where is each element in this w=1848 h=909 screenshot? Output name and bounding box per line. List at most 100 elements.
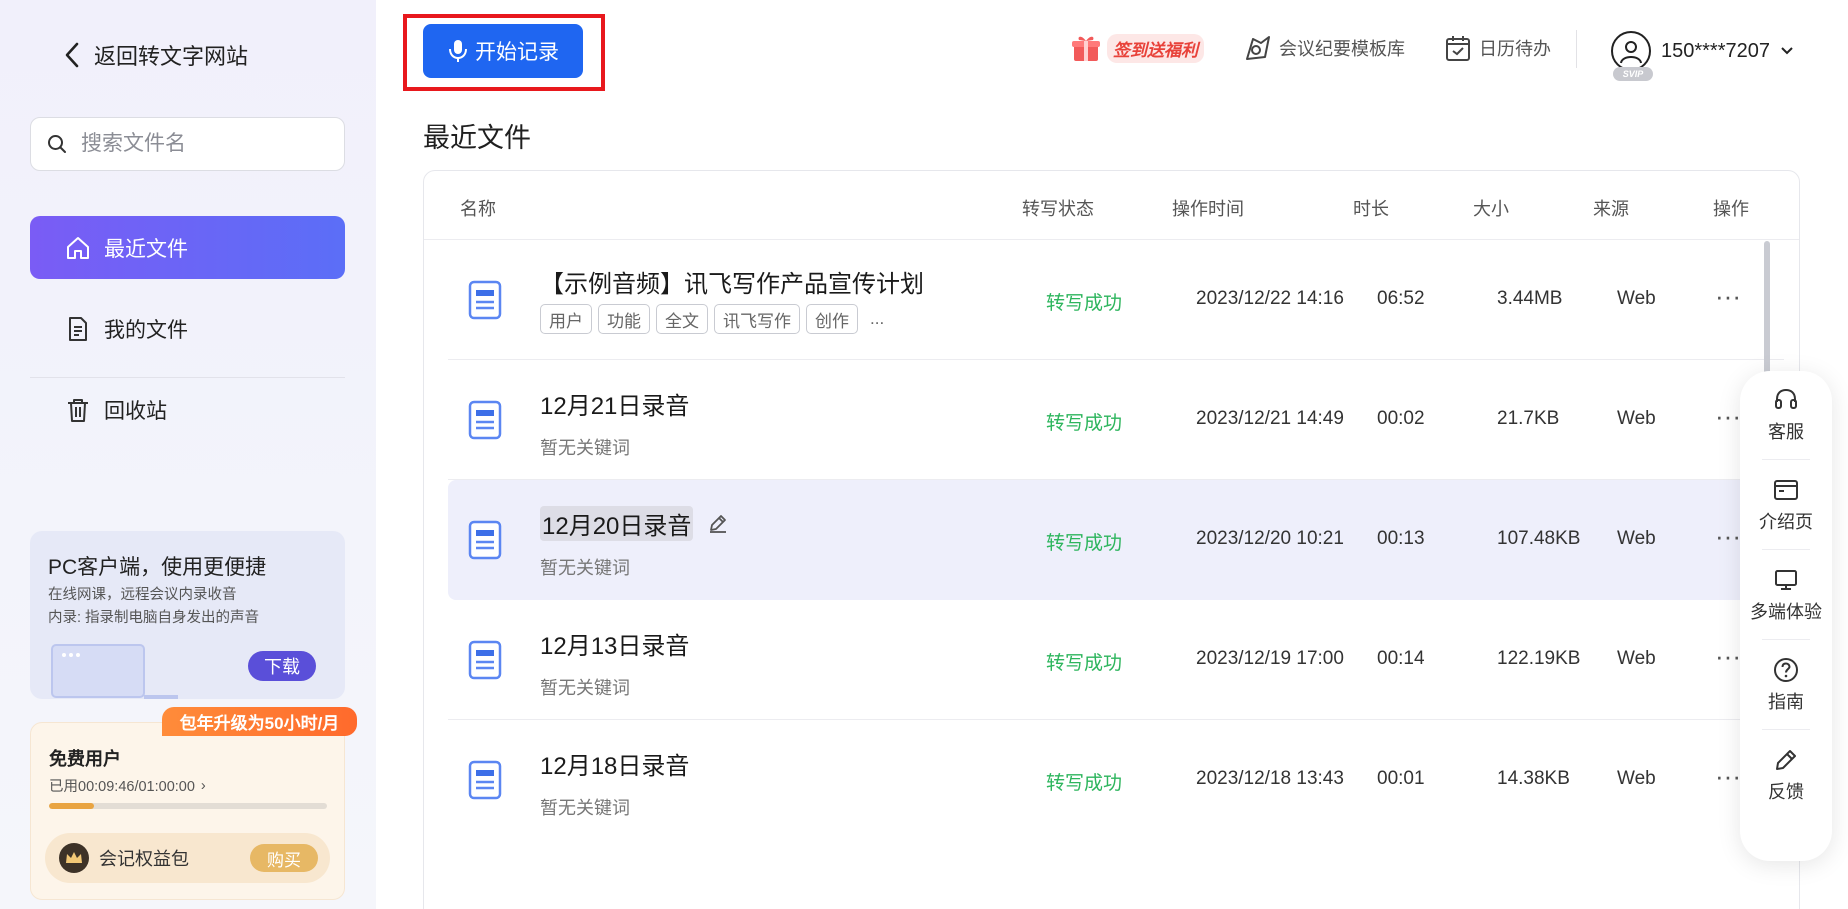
float-separator bbox=[1762, 639, 1810, 640]
search-input[interactable] bbox=[81, 132, 311, 156]
operation-time: 2023/12/22 14:16 bbox=[1196, 288, 1344, 309]
column-header-time: 操作时间 bbox=[1172, 199, 1244, 219]
nav-item-recent[interactable]: 最近文件 bbox=[30, 216, 345, 279]
operation-time: 2023/12/19 17:00 bbox=[1196, 648, 1344, 669]
calendar-label: 日历待办 bbox=[1479, 39, 1551, 59]
user-phone-label: 150****7207 bbox=[1661, 39, 1770, 62]
search-box bbox=[30, 117, 345, 171]
calendar-todo-link[interactable]: 日历待办 bbox=[1443, 28, 1551, 68]
more-actions-button[interactable]: ··· bbox=[1715, 403, 1741, 429]
document-icon bbox=[468, 520, 502, 560]
table-row[interactable]: 12月21日录音 暂无关键词 转写成功 2023/12/21 14:49 00:… bbox=[448, 360, 1784, 480]
document-icon bbox=[468, 760, 502, 800]
column-header-status: 转写状态 bbox=[1022, 199, 1094, 219]
float-separator bbox=[1762, 459, 1810, 460]
benefit-label: 会记权益包 bbox=[99, 849, 189, 869]
status-text: 转写成功 bbox=[1046, 533, 1123, 554]
file-icon bbox=[69, 316, 87, 341]
more-actions-button[interactable]: ··· bbox=[1715, 523, 1741, 549]
more-actions-button[interactable]: ··· bbox=[1715, 763, 1741, 789]
keyword-tag[interactable]: 用户 bbox=[540, 304, 592, 334]
column-header-source: 来源 bbox=[1593, 199, 1629, 219]
chevron-left-icon bbox=[65, 42, 79, 68]
float-item-label: 多端体验 bbox=[1750, 602, 1822, 622]
nav-item-label: 最近文件 bbox=[104, 237, 188, 261]
floating-toolbar: 客服 介绍页 多端体验 指南 反馈 bbox=[1740, 371, 1832, 861]
status-text: 转写成功 bbox=[1046, 293, 1123, 314]
file-size: 3.44MB bbox=[1497, 288, 1563, 309]
buy-button[interactable]: 购买 bbox=[250, 844, 318, 872]
float-separator bbox=[1762, 729, 1810, 730]
guide-button[interactable]: 指南 bbox=[1740, 641, 1832, 729]
file-name[interactable]: 12月18日录音 bbox=[540, 746, 689, 781]
customer-service-button[interactable]: 客服 bbox=[1740, 371, 1832, 459]
upgrade-promo-tag[interactable]: 包年升级为50小时/月 bbox=[162, 707, 357, 736]
sign-in-gift-link[interactable]: 签到送福利 bbox=[1071, 28, 1204, 68]
calendar-icon bbox=[1446, 36, 1470, 61]
avatar: SVIP bbox=[1611, 31, 1653, 81]
float-separator bbox=[1762, 549, 1810, 550]
keyword-tag[interactable]: 创作 bbox=[806, 304, 858, 334]
user-menu[interactable]: SVIP 150****7207 bbox=[1611, 26, 1794, 81]
help-icon bbox=[1774, 658, 1798, 682]
user-icon bbox=[1620, 41, 1642, 64]
keyword-tag[interactable]: 讯飞写作 bbox=[714, 304, 800, 334]
monitor-icon bbox=[1775, 570, 1797, 590]
file-size: 107.48KB bbox=[1497, 528, 1581, 549]
back-to-website-link[interactable]: 返回转文字网站 bbox=[62, 38, 248, 72]
column-header-name: 名称 bbox=[460, 199, 496, 219]
file-name[interactable]: 12月21日录音 bbox=[540, 386, 689, 421]
file-source: Web bbox=[1617, 768, 1656, 789]
multi-device-button[interactable]: 多端体验 bbox=[1740, 551, 1832, 639]
usage-text: 已用00:09:46/01:00:00 bbox=[49, 779, 195, 795]
template-label: 会议纪要模板库 bbox=[1279, 39, 1405, 59]
file-name[interactable]: 【示例音频】讯飞写作产品宣传计划 bbox=[540, 264, 924, 299]
file-size: 122.19KB bbox=[1497, 648, 1581, 669]
nav-item-my-files[interactable]: 我的文件 bbox=[30, 297, 345, 360]
file-source: Web bbox=[1617, 408, 1656, 429]
duration: 00:14 bbox=[1377, 648, 1425, 669]
operation-time: 2023/12/21 14:49 bbox=[1196, 408, 1344, 429]
more-actions-button[interactable]: ··· bbox=[1715, 643, 1741, 669]
pc-card-line: 在线网课，远程会议内录收音 bbox=[48, 587, 237, 603]
keywords-text: 暂无关键词 bbox=[540, 678, 630, 698]
file-size: 14.38KB bbox=[1497, 768, 1570, 789]
pc-card-title: PC客户端，使用更便捷 bbox=[48, 556, 267, 579]
usage-link[interactable]: 已用00:09:46/01:00:00 › bbox=[49, 775, 206, 796]
duration: 06:52 bbox=[1377, 288, 1425, 309]
laptop-illustration bbox=[51, 644, 178, 699]
keyword-tag[interactable]: 功能 bbox=[598, 304, 650, 334]
start-recording-button[interactable]: 开始记录 bbox=[423, 24, 583, 78]
search-icon bbox=[48, 135, 66, 153]
float-item-label: 客服 bbox=[1768, 422, 1804, 442]
table-row[interactable]: 【示例音频】讯飞写作产品宣传计划 用户 功能 全文 讯飞写作 创作 ... 转写… bbox=[448, 240, 1784, 360]
column-header-actions: 操作 bbox=[1713, 199, 1749, 219]
feedback-button[interactable]: 反馈 bbox=[1740, 731, 1832, 819]
usage-progress-fill bbox=[49, 803, 95, 809]
table-row[interactable]: 12月13日录音 暂无关键词 转写成功 2023/12/19 17:00 00:… bbox=[448, 600, 1784, 720]
headset-icon bbox=[1775, 388, 1797, 409]
intro-page-button[interactable]: 介绍页 bbox=[1740, 461, 1832, 549]
nav-item-label: 回收站 bbox=[104, 399, 167, 423]
nav-item-trash[interactable]: 回收站 bbox=[30, 378, 345, 441]
table-row[interactable]: 12月20日录音 暂无关键词 转写成功 2023/12/20 10:21 00:… bbox=[448, 480, 1784, 600]
document-icon bbox=[468, 640, 502, 680]
download-button[interactable]: 下载 bbox=[248, 651, 316, 681]
svip-badge: SVIP bbox=[1613, 67, 1653, 81]
benefit-package: 会记权益包 购买 bbox=[45, 833, 330, 883]
browser-icon bbox=[1774, 480, 1798, 500]
meeting-template-link[interactable]: 会议纪要模板库 bbox=[1243, 28, 1405, 68]
file-name[interactable]: 12月20日录音 bbox=[540, 506, 694, 541]
crown-icon bbox=[59, 843, 89, 873]
more-tags-indicator: ... bbox=[870, 309, 885, 328]
more-actions-button[interactable]: ··· bbox=[1715, 283, 1741, 309]
duration: 00:13 bbox=[1377, 528, 1425, 549]
file-table: 名称 转写状态 操作时间 时长 大小 来源 操作 【示例音频】讯飞写作产品宣传计… bbox=[423, 170, 1800, 909]
file-name[interactable]: 12月13日录音 bbox=[540, 626, 689, 661]
rename-pencil-icon[interactable] bbox=[707, 512, 729, 534]
keyword-tag[interactable]: 全文 bbox=[656, 304, 708, 334]
file-source: Web bbox=[1617, 288, 1656, 309]
scrollbar[interactable] bbox=[1764, 241, 1770, 381]
table-row[interactable]: 12月18日录音 暂无关键词 转写成功 2023/12/18 13:43 00:… bbox=[448, 720, 1784, 840]
document-icon bbox=[468, 280, 502, 320]
